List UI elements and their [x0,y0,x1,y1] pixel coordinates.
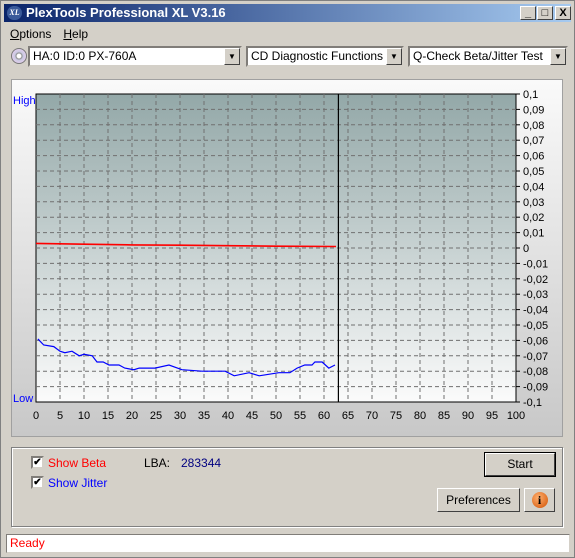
chevron-down-icon[interactable]: ▼ [550,48,566,65]
info-button[interactable]: i [524,488,555,512]
y-tick-label: 0,02 [523,212,544,224]
x-tick-label: 30 [174,410,186,422]
category-value: CD Diagnostic Functions [251,49,384,63]
y-tick-label: -0,1 [523,397,542,409]
x-tick-label: 15 [102,410,114,422]
x-tick-label: 40 [222,410,234,422]
beta-jitter-chart: 0 5 10 15 20 25 30 35 40 45 50 55 60 65 70 75 80 85 90 95 10… [13,89,548,422]
window-title: PlexTools Professional XL V3.16 [26,5,226,20]
maximize-button[interactable]: □ [537,6,553,20]
y-tick-label: 0,08 [523,120,544,132]
y-tick-label: -0,05 [523,320,548,332]
show-beta-label[interactable]: Show Beta [48,456,106,470]
close-button[interactable]: X [555,6,571,20]
low-label: Low [13,393,33,405]
chevron-down-icon[interactable]: ▼ [224,48,240,65]
y-tick-label: 0,03 [523,197,544,209]
x-tick-label: 80 [414,410,426,422]
x-tick-label: 90 [462,410,474,422]
app-logo-icon: XL [7,6,22,20]
y-tick-label: -0,01 [523,258,548,270]
main-window: XL PlexTools Professional XL V3.16 _ □ X… [0,0,575,558]
test-value: Q-Check Beta/Jitter Test [413,49,543,63]
y-tick-label: -0,02 [523,274,548,286]
x-tick-label: 75 [390,410,402,422]
y-tick-label: 0,01 [523,228,544,240]
y-tick-label: -0,08 [523,366,548,378]
y-tick-label: 0,1 [523,89,538,101]
x-tick-label: 25 [150,410,162,422]
y-tick-label: 0,05 [523,166,544,178]
x-tick-label: 95 [486,410,498,422]
x-tick-label: 10 [78,410,90,422]
x-tick-label: 100 [507,410,525,422]
high-label: High [13,95,36,107]
minimize-button[interactable]: _ [520,6,536,20]
test-select[interactable]: Q-Check Beta/Jitter Test ▼ [408,46,568,67]
menu-options[interactable]: Options [10,25,51,43]
lba-value: 283344 [181,456,222,470]
y-tick-label: 0,04 [523,181,544,193]
x-tick-label: 20 [126,410,138,422]
start-button[interactable]: Start [484,452,556,477]
show-jitter-checkbox[interactable]: ✔ [31,476,44,489]
y-tick-label: -0,07 [523,351,548,363]
y-tick-label: 0 [523,243,529,255]
menu-help[interactable]: Help [63,25,88,43]
y-tick-label: 0,09 [523,104,544,116]
y-tick-label: 0,06 [523,151,544,163]
drive-value: HA:0 ID:0 PX-760A [33,49,137,63]
disc-icon [11,48,27,64]
drive-select[interactable]: HA:0 ID:0 PX-760A ▼ [28,46,242,67]
chart-panel: 0 5 10 15 20 25 30 35 40 45 50 55 60 65 70 75 80 85 90 95 10… [11,79,563,437]
menu-bar: Options Help [5,25,88,43]
y-tick-label: -0,06 [523,335,548,347]
title-bar: XL PlexTools Professional XL V3.16 _ □ X [4,4,571,22]
x-tick-label: 5 [57,410,63,422]
lba-label: LBA: [144,456,171,470]
status-bar: Ready [6,534,570,553]
category-select[interactable]: CD Diagnostic Functions ▼ [246,46,404,67]
x-tick-label: 50 [270,410,282,422]
x-tick-label: 55 [294,410,306,422]
x-tick-label: 0 [33,410,39,422]
x-tick-label: 65 [342,410,354,422]
show-beta-checkbox[interactable]: ✔ [31,456,44,469]
chevron-down-icon[interactable]: ▼ [386,48,402,65]
show-jitter-label[interactable]: Show Jitter [48,476,107,490]
y-tick-label: 0,07 [523,135,544,147]
y-tick-label: -0,03 [523,289,548,301]
x-tick-label: 85 [438,410,450,422]
x-tick-label: 45 [246,410,258,422]
x-tick-label: 70 [366,410,378,422]
info-icon: i [531,492,548,508]
preferences-button[interactable]: Preferences [437,488,520,512]
controls-group: ✔ Show Beta ✔ Show Jitter LBA: 283344 St… [11,447,563,527]
y-tick-label: -0,04 [523,305,548,317]
y-tick-label: -0,09 [523,382,548,394]
x-tick-label: 60 [318,410,330,422]
x-tick-label: 35 [198,410,210,422]
